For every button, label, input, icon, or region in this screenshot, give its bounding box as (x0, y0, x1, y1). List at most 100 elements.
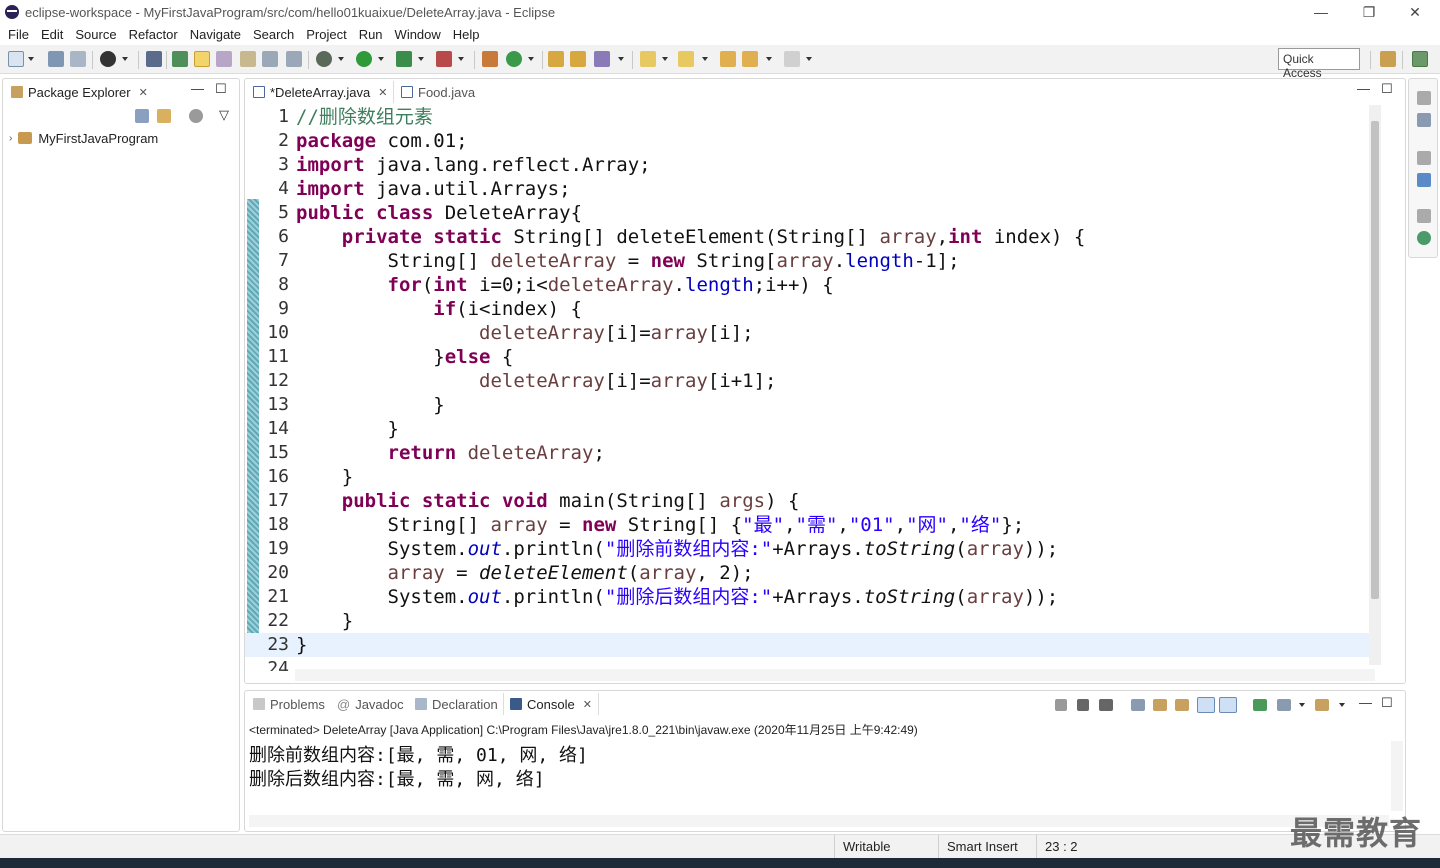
code-line[interactable]: 7 String[] deleteArray = new String[arra… (245, 249, 1373, 273)
code-line[interactable]: 5 public class DeleteArray{ (245, 201, 1373, 225)
code-line[interactable]: 3 import java.lang.reflect.Array; (245, 153, 1373, 177)
code-line[interactable]: 8 for(int i=0;i<deleteArray.length;i++) … (245, 273, 1373, 297)
profile-icon[interactable] (100, 51, 116, 67)
search-icon[interactable] (594, 51, 610, 67)
open-type-icon[interactable] (172, 51, 188, 67)
run-dropdown-icon[interactable] (378, 57, 384, 61)
scrollbar-thumb[interactable] (1371, 121, 1379, 599)
remove-launch-icon[interactable] (1077, 699, 1089, 711)
debug-dropdown-icon[interactable] (338, 57, 344, 61)
code-editor[interactable]: 1//删除数组元素 2 package com.01; 3 import java.… (245, 105, 1373, 671)
menu-refactor[interactable]: Refactor (123, 27, 184, 42)
new-icon[interactable] (8, 51, 24, 67)
next-annotation-icon[interactable] (640, 51, 656, 67)
new-dropdown-icon[interactable] (28, 57, 34, 61)
code-line[interactable]: 15 return deleteArray; (245, 441, 1373, 465)
tab-food-java[interactable]: Food.java (395, 81, 481, 103)
tab-console[interactable]: Console ✕ (503, 693, 599, 715)
restore-icon[interactable] (1417, 91, 1431, 105)
code-line[interactable]: 22 } (245, 609, 1373, 633)
code-line[interactable]: 6 private static String[] deleteElement(… (245, 225, 1373, 249)
tree-item-project[interactable]: › MyFirstJavaProgram (9, 129, 158, 147)
maximize-view-icon[interactable]: ☐ (215, 81, 227, 97)
display-selected-console-icon[interactable] (1277, 699, 1291, 711)
terminate-icon[interactable] (1055, 699, 1067, 711)
toggle-breadcrumb-icon[interactable] (286, 51, 302, 67)
skip-breakpoints-icon[interactable] (146, 51, 162, 67)
new-class-dropdown-icon[interactable] (528, 57, 534, 61)
remove-all-terminated-icon[interactable] (1099, 699, 1113, 711)
tab-delete-array-java[interactable]: *DeleteArray.java ✕ (247, 81, 395, 103)
profile-dropdown-icon[interactable] (122, 57, 128, 61)
back-icon[interactable] (742, 51, 758, 67)
new-java-package-icon[interactable] (482, 51, 498, 67)
restore-icon[interactable] (1417, 209, 1431, 223)
previous-annotation-icon[interactable] (678, 51, 694, 67)
tab-declaration[interactable]: Declaration (409, 693, 504, 715)
menu-run[interactable]: Run (353, 27, 389, 42)
restore-icon[interactable] (1417, 151, 1431, 165)
code-line[interactable]: 12 deleteArray[i]=array[i+1]; (245, 369, 1373, 393)
pin-console-icon[interactable] (1253, 699, 1267, 711)
mark-occurrences-icon[interactable] (194, 51, 210, 67)
open-task-icon[interactable] (548, 51, 564, 67)
close-icon[interactable]: ✕ (378, 86, 387, 99)
chevron-right-icon[interactable]: › (9, 133, 12, 144)
menu-source[interactable]: Source (69, 27, 122, 42)
open-folder-icon[interactable] (570, 51, 586, 67)
code-line[interactable]: 20 array = deleteElement(array, 2); (245, 561, 1373, 585)
word-wrap-icon[interactable] (262, 51, 278, 67)
menu-search[interactable]: Search (247, 27, 300, 42)
forward-icon[interactable] (784, 51, 800, 67)
code-line[interactable]: 4 import java.util.Arrays; (245, 177, 1373, 201)
last-edit-location-icon[interactable] (720, 51, 736, 67)
save-all-icon[interactable] (70, 51, 86, 67)
forward-dropdown-icon[interactable] (806, 57, 812, 61)
external-tools-icon[interactable] (436, 51, 452, 67)
code-line-current[interactable]: 23} (245, 633, 1373, 657)
welcome-icon[interactable] (1417, 231, 1431, 245)
tab-problems[interactable]: Problems (247, 693, 331, 715)
block-select-icon[interactable] (216, 51, 232, 67)
display-console-dropdown-icon[interactable] (1299, 703, 1305, 707)
word-wrap-icon[interactable] (1175, 699, 1189, 711)
quick-access-field[interactable]: Quick Access (1278, 48, 1360, 80)
filters-icon[interactable] (189, 109, 203, 123)
editor-vertical-scrollbar[interactable] (1369, 105, 1381, 665)
new-java-class-icon[interactable] (506, 51, 522, 67)
scroll-lock-icon[interactable] (1153, 699, 1167, 711)
code-line[interactable]: 17 public static void main(String[] args… (245, 489, 1373, 513)
console-horizontal-scrollbar[interactable] (249, 815, 1389, 827)
menu-window[interactable]: Window (389, 27, 447, 42)
minimize-console-icon[interactable]: — (1359, 695, 1372, 710)
debug-icon[interactable] (316, 51, 332, 67)
back-dropdown-icon[interactable] (766, 57, 772, 61)
close-button[interactable]: ✕ (1392, 0, 1438, 24)
maximize-editor-icon[interactable]: ☐ (1381, 81, 1393, 97)
search-dropdown-icon[interactable] (618, 57, 624, 61)
java-perspective-icon[interactable] (1412, 51, 1428, 67)
open-console-dropdown-icon[interactable] (1339, 703, 1345, 707)
code-line[interactable]: 14 } (245, 417, 1373, 441)
tab-package-explorer[interactable]: Package Explorer ✕ (5, 81, 154, 103)
menu-file[interactable]: File (2, 27, 35, 42)
minimize-editor-icon[interactable]: — (1357, 81, 1370, 96)
minimize-view-icon[interactable]: — (191, 81, 204, 96)
code-line[interactable]: 19 System.out.println("删除前数组内容:"+Arrays.… (245, 537, 1373, 561)
previous-annotation-dropdown-icon[interactable] (702, 57, 708, 61)
open-console-icon[interactable] (1315, 699, 1329, 711)
menu-help[interactable]: Help (447, 27, 486, 42)
run-icon[interactable] (356, 51, 372, 67)
show-on-stdout-icon[interactable] (1197, 697, 1215, 713)
link-with-editor-icon[interactable] (157, 109, 171, 123)
minimize-button[interactable]: — (1298, 0, 1344, 24)
outline-icon[interactable] (1417, 173, 1431, 187)
code-line[interactable]: 9 if(i<index) { (245, 297, 1373, 321)
open-perspective-icon[interactable] (1380, 51, 1396, 67)
tab-javadoc[interactable]: @ Javadoc (331, 693, 410, 715)
next-annotation-dropdown-icon[interactable] (662, 57, 668, 61)
external-tools-dropdown-icon[interactable] (458, 57, 464, 61)
code-line[interactable]: 11 }else { (245, 345, 1373, 369)
collapse-all-icon[interactable] (135, 109, 149, 123)
show-on-stderr-icon[interactable] (1219, 697, 1237, 713)
